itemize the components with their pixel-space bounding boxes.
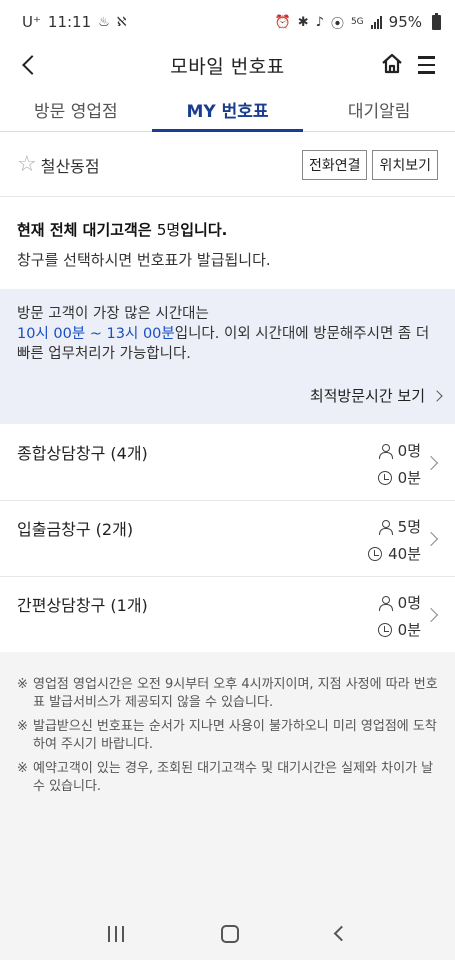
system-nav-bar: [0, 907, 455, 960]
call-button[interactable]: 전화연결: [301, 149, 368, 180]
alarm-icon: ⏰: [274, 14, 291, 30]
footnote-item: ※ 영업점 영업시간은 오전 9시부터 오후 4시까지이며, 지점 사정에 따라 …: [17, 677, 438, 710]
back-button[interactable]: [14, 50, 44, 80]
wait-time: 0분: [377, 467, 421, 488]
page-title: 모바일 번호표: [170, 55, 285, 78]
total-wait-text: 현재 전체 대기고객은 5명입니다.: [17, 221, 228, 239]
home-icon: [382, 53, 402, 74]
chevron-right-icon: [423, 531, 439, 547]
home-button[interactable]: [378, 49, 406, 79]
location-icon: ⦿: [330, 16, 344, 32]
system-back-button[interactable]: [333, 925, 349, 942]
person-icon: [378, 595, 393, 611]
tab-visit-branch[interactable]: 방문 영업점: [0, 88, 152, 131]
people-count: 5명: [378, 516, 421, 537]
chevron-right-icon: [423, 455, 439, 471]
carrier-label: U⁺: [22, 13, 41, 31]
person-icon: [378, 519, 393, 535]
clock-icon: [377, 470, 392, 485]
clock-time: 11:11: [47, 13, 92, 31]
wait-time: 0분: [377, 619, 421, 640]
total-wait-count: 5명: [156, 221, 181, 239]
tab-my-ticket[interactable]: MY 번호표: [151, 88, 304, 132]
menu-button[interactable]: [418, 50, 444, 80]
star-icon[interactable]: ☆: [17, 153, 37, 176]
battery-icon: [432, 12, 441, 30]
instruction-text: 창구를 선택하시면 번호표가 발급됩니다.: [17, 251, 271, 269]
counter-name: 종합상담창구 (4개): [17, 444, 148, 463]
chevron-right-icon: [423, 607, 439, 623]
status-bar: U⁺ 11:11 ♨ ℵ ⏰ ✱ ♪ ⦿ 5G 95%: [0, 0, 455, 44]
counter-row[interactable]: 입출금창구 (2개) 5명 40분: [0, 501, 455, 577]
footnotes: ※ 영업점 영업시간은 오전 9시부터 오후 4시까지이며, 지점 사정에 따라 …: [0, 652, 455, 907]
hamburger-icon: [418, 56, 435, 59]
wait-info: 현재 전체 대기고객은 5명입니다. 창구를 선택하시면 번호표가 발급됩니다.: [17, 219, 437, 270]
clock-icon: [368, 546, 383, 561]
tab-bar: 방문 영업점 MY 번호표 대기알림: [0, 88, 455, 132]
bluetooth-icon: ✱: [297, 14, 309, 30]
footnote-item: ※ 발급받으신 번호표는 순서가 지나면 사용이 불가하오니 미리 영업점에 도착…: [17, 719, 437, 752]
battery-percent: 95%: [388, 13, 422, 31]
footnote-item: ※ 예약고객이 있는 경우, 조회된 대기고객수 및 대기시간은 실제와 차이가 …: [17, 761, 434, 794]
app-header: 모바일 번호표: [0, 44, 455, 86]
branch-row: ☆ 철산동점 전화연결 위치보기: [0, 133, 455, 197]
location-button[interactable]: 위치보기: [372, 149, 438, 180]
notice-text: 방문 고객이 가장 많은 시간대는 10시 00분 ~ 13시 00분입니다. …: [17, 306, 430, 362]
people-count: 0명: [378, 440, 421, 461]
branch-name: 철산동점: [40, 156, 100, 176]
busy-time-range: 10시 00분 ~ 13시 00분: [17, 326, 175, 342]
tab-wait-alert[interactable]: 대기알림: [303, 88, 455, 131]
counter-name: 입출금창구 (2개): [17, 520, 134, 539]
busy-time-notice: 방문 고객이 가장 많은 시간대는 10시 00분 ~ 13시 00분입니다. …: [0, 289, 455, 424]
network-type-icon: 5G: [350, 17, 364, 27]
person-icon: [378, 443, 393, 459]
clock-icon: [377, 622, 392, 637]
system-home-button[interactable]: [220, 924, 239, 943]
wait-time: 40분: [368, 543, 421, 564]
people-count: 0명: [378, 592, 421, 613]
counter-row[interactable]: 간편상담창구 (1개) 0명 0분: [0, 577, 455, 653]
chevron-right-icon: [431, 389, 443, 402]
notification-icon: ♨: [98, 14, 110, 30]
counter-name: 간편상담창구 (1개): [17, 596, 148, 615]
mute-icon: ♪: [315, 14, 324, 30]
signal-icon: [370, 15, 382, 29]
counter-row[interactable]: 종합상담창구 (4개) 0명 0분: [0, 425, 455, 501]
recent-apps-button[interactable]: [108, 925, 125, 942]
optimal-time-link[interactable]: 최적방문시간 보기: [310, 385, 443, 406]
app-notification-icon: ℵ: [116, 14, 127, 30]
